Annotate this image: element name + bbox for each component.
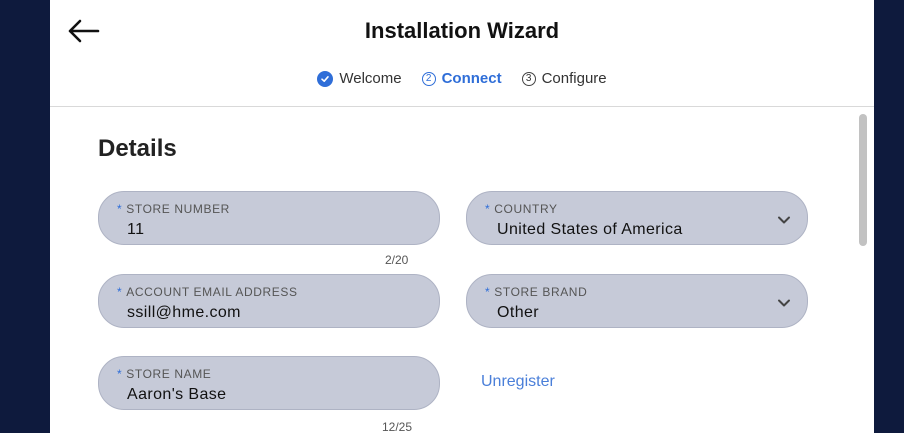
field-label-text: STORE NUMBER [126, 202, 230, 216]
chevron-down-icon [777, 212, 791, 224]
field-label: * STORE NAME [117, 367, 211, 381]
required-marker: * [485, 285, 491, 299]
field-label-text: STORE BRAND [494, 285, 588, 299]
stepper: Welcome 2 Connect 3 Configure [50, 70, 874, 87]
char-counter: 2/20 [385, 253, 409, 267]
store-brand-select[interactable]: * STORE BRAND Other [466, 274, 808, 328]
country-select[interactable]: * COUNTRY United States of America [466, 191, 808, 245]
step-label: Connect [441, 70, 502, 87]
step-label: Configure [541, 70, 607, 87]
field-value: 11 [127, 221, 145, 238]
step-number: 3 [521, 71, 536, 86]
page-title: Installation Wizard [364, 18, 560, 43]
scrollbar-thumb[interactable] [859, 114, 867, 246]
store-name-field[interactable]: * STORE NAME Aaron's Base [98, 356, 440, 410]
step-welcome[interactable]: Welcome [317, 70, 402, 87]
field-label: * STORE BRAND [485, 285, 587, 299]
field-value: ssill@hme.com [127, 304, 241, 321]
check-circle-icon [317, 70, 334, 87]
char-counter: 12/25 [382, 420, 413, 433]
field-label-text: STORE NAME [126, 367, 212, 381]
step-label: Welcome [339, 70, 402, 87]
required-marker: * [117, 367, 123, 381]
section-title: Details [98, 135, 177, 162]
unregister-link[interactable]: Unregister [481, 373, 555, 391]
step-configure[interactable]: 3 Configure [521, 70, 607, 87]
left-frame [0, 0, 50, 433]
right-frame [874, 0, 904, 433]
wizard-panel: Installation Wizard Welcome 2 Connect 3 … [50, 0, 874, 433]
required-marker: * [485, 202, 491, 216]
field-value: United States of America [497, 221, 683, 238]
field-label: * COUNTRY [485, 202, 558, 216]
field-label: * ACCOUNT EMAIL ADDRESS [117, 285, 298, 299]
field-value: Aaron's Base [127, 386, 227, 403]
field-label-text: COUNTRY [494, 202, 558, 216]
step-connect[interactable]: 2 Connect [421, 70, 502, 87]
field-label-text: ACCOUNT EMAIL ADDRESS [126, 285, 298, 299]
account-email-field[interactable]: * ACCOUNT EMAIL ADDRESS ssill@hme.com [98, 274, 440, 328]
required-marker: * [117, 285, 123, 299]
step-number: 2 [421, 71, 436, 86]
store-number-field[interactable]: * STORE NUMBER 11 [98, 191, 440, 245]
field-value: Other [497, 304, 540, 321]
required-marker: * [117, 202, 123, 216]
header-divider [50, 106, 874, 107]
chevron-down-icon [777, 295, 791, 307]
field-label: * STORE NUMBER [117, 202, 230, 216]
